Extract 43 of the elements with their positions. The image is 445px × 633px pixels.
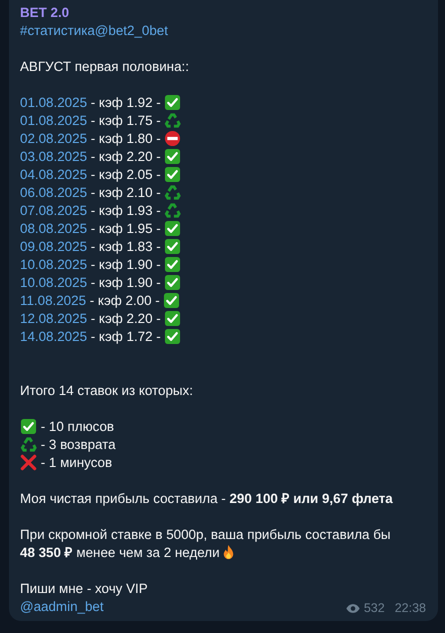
example-text: При скромной ставке в 5000р, ваша прибыль составила бы — [20, 526, 390, 542]
summary-text: Итого 14 ставок из которых: — [20, 382, 193, 398]
odds-text: - кэф 2.20 - — [90, 148, 162, 164]
date-link[interactable]: 14.08.2025 — [20, 328, 88, 344]
odds-text: - кэф 2.00 - — [88, 292, 161, 308]
date-link[interactable]: 01.08.2025 — [20, 94, 88, 110]
date-link[interactable]: 06.08.2025 — [20, 184, 88, 200]
contact-link[interactable]: @aadmin_bet — [20, 598, 104, 614]
eye-icon — [346, 602, 360, 614]
odds-text: - кэф 1.90 - — [90, 256, 162, 272]
heading-text: АВГУСТ первая половина:: — [20, 58, 189, 74]
hashtag-link[interactable]: #статистика@bet2_0bet — [20, 22, 168, 38]
legend-text: - 1 минусов — [40, 454, 112, 470]
odds-text: - кэф 1.83 - — [90, 238, 162, 254]
date-link[interactable]: 11.08.2025 — [20, 292, 86, 308]
odds-text: - кэф 1.90 - — [90, 274, 162, 290]
date-link[interactable]: 03.08.2025 — [20, 148, 88, 164]
channel-name[interactable]: BET 2.0 — [20, 4, 70, 20]
odds-text: - кэф 2.05 - — [90, 166, 162, 182]
odds-text: - кэф 1.72 - — [90, 328, 162, 344]
date-link[interactable]: 09.08.2025 — [20, 238, 88, 254]
odds-text: - кэф 1.93 - — [90, 202, 162, 218]
date-link[interactable]: 01.08.2025 — [20, 112, 88, 128]
cta-text: Пиши мне - хочу VIP — [20, 580, 148, 596]
date-link[interactable]: 12.08.2025 — [20, 310, 88, 326]
date-link[interactable]: 10.08.2025 — [20, 256, 88, 272]
date-link[interactable]: 10.08.2025 — [20, 274, 88, 290]
date-link[interactable]: 02.08.2025 — [20, 130, 88, 146]
message-time: 22:38 — [394, 601, 426, 615]
profit-text: Моя чистая прибыль составила - 290 100 ₽ или 9,67 флета — [20, 490, 393, 507]
odds-text: - кэф 1.92 - — [90, 94, 162, 110]
odds-text: - кэф 2.20 - — [90, 310, 162, 326]
date-link[interactable]: 04.08.2025 — [20, 166, 88, 182]
odds-text: - кэф 1.75 - — [90, 112, 162, 128]
view-count: 532 — [364, 601, 385, 615]
date-link[interactable]: 07.08.2025 — [20, 202, 88, 218]
legend-text: - 10 плюсов — [40, 418, 114, 434]
date-link[interactable]: 08.08.2025 — [20, 220, 88, 236]
odds-text: - кэф 2.10 - — [90, 184, 162, 200]
example-text: 48 350 ₽ менее чем за 2 недели — [20, 544, 220, 561]
odds-text: - кэф 1.95 - — [90, 220, 162, 236]
legend-text: - 3 возврата — [40, 436, 116, 452]
odds-text: - кэф 1.80 - — [90, 130, 162, 146]
